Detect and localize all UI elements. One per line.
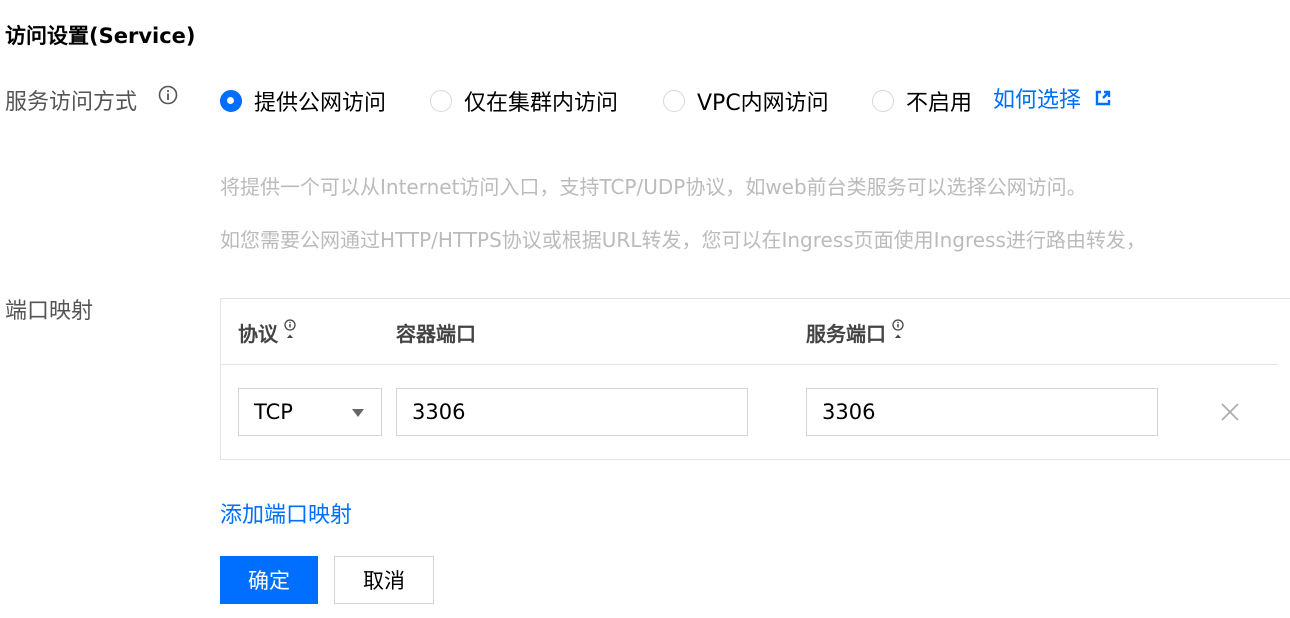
- cancel-button[interactable]: 取消: [334, 556, 434, 604]
- description-line: 将提供一个可以从Internet访问入口，支持TCP/UDP协议，如web前台类…: [220, 175, 1087, 199]
- table-header-divider: [220, 364, 1278, 365]
- external-link-icon[interactable]: [1093, 88, 1113, 108]
- service-port-input[interactable]: 3306: [806, 388, 1158, 436]
- info-circle-icon[interactable]: [157, 84, 179, 106]
- description-line: 如您需要公网通过HTTP/HTTPS协议或根据URL转发，您可以在Ingress…: [220, 228, 1146, 252]
- protocol-select-value: TCP: [254, 400, 293, 424]
- confirm-button[interactable]: 确定: [220, 556, 318, 604]
- port-mapping-label: 端口映射: [5, 299, 94, 324]
- column-header-protocol: 协议: [238, 318, 301, 347]
- radio-label: 不启用: [906, 91, 973, 116]
- column-header-service-port: 服务端口: [806, 318, 909, 347]
- service-access-label: 服务访问方式: [5, 90, 138, 115]
- radio-button[interactable]: [872, 90, 894, 112]
- radio-vpc-access[interactable]: VPC内网访问: [663, 85, 829, 117]
- close-icon[interactable]: [1219, 401, 1241, 423]
- radio-cluster-only[interactable]: 仅在集群内访问: [430, 85, 618, 117]
- protocol-select[interactable]: TCP: [238, 388, 382, 436]
- section-title: 访问设置(Service): [5, 24, 196, 48]
- chevron-down-icon: [352, 409, 364, 417]
- how-to-choose-label[interactable]: 如何选择: [993, 82, 1081, 114]
- radio-button-checked[interactable]: [220, 90, 242, 112]
- radio-public-access[interactable]: 提供公网访问: [220, 85, 386, 117]
- how-to-choose-link[interactable]: 如何选择: [993, 82, 1113, 114]
- radio-button[interactable]: [663, 90, 685, 112]
- container-port-input[interactable]: 3306: [396, 388, 748, 436]
- radio-disabled[interactable]: 不启用: [872, 85, 972, 117]
- info-sort-icon[interactable]: [887, 318, 909, 340]
- column-header-container-port: 容器端口: [396, 322, 476, 346]
- radio-label: 仅在集群内访问: [464, 91, 619, 116]
- add-port-mapping-link[interactable]: 添加端口映射: [220, 497, 352, 529]
- info-sort-icon[interactable]: [279, 318, 301, 340]
- radio-button[interactable]: [430, 90, 452, 112]
- radio-label: 提供公网访问: [254, 91, 387, 116]
- radio-label: VPC内网访问: [697, 91, 829, 116]
